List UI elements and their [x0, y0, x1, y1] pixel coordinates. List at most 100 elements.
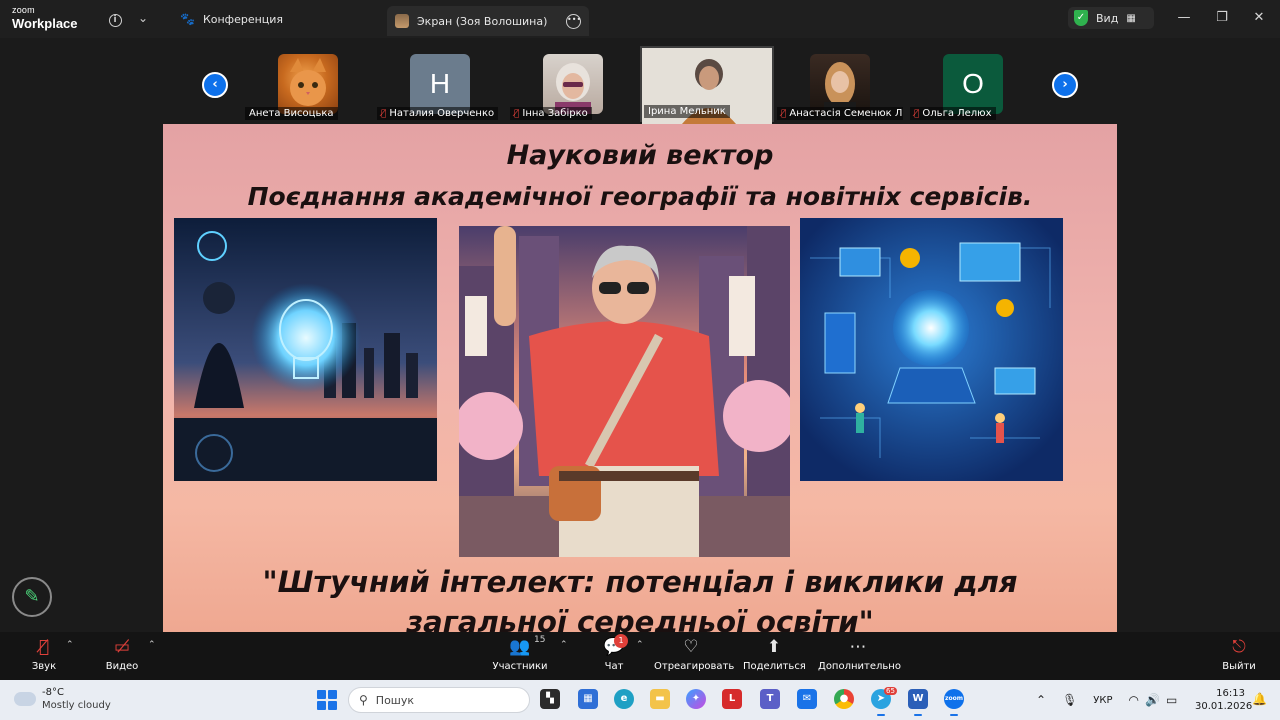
- chat-button[interactable]: 💬 1 Чат: [596, 634, 632, 672]
- chat-badge: 1: [614, 634, 628, 648]
- ai-isometric-tech-image: [800, 218, 1063, 481]
- react-button[interactable]: ♡ Отреагировать: [654, 636, 734, 672]
- shield-icon: ✓: [1074, 10, 1088, 26]
- slide-subtitle: Поєднання академічної географії та новіт…: [247, 182, 1033, 211]
- participants-options-caret[interactable]: ⌃: [560, 640, 568, 650]
- cloud-icon: [11, 687, 36, 706]
- search-icon: ⚲: [359, 693, 368, 707]
- weather-desc: Mostly cloudy: [42, 700, 111, 711]
- share-button[interactable]: ⬆ Поделиться: [743, 636, 806, 672]
- l-app-icon[interactable]: L: [722, 689, 742, 709]
- outlook-icon[interactable]: ✉: [797, 689, 817, 709]
- system-tray: ⌃ 🎙 УКР ◠ 🔊 ▭: [1036, 680, 1177, 720]
- tab-screen-share[interactable]: Экран (Зоя Волошина) •••: [387, 6, 589, 36]
- slide-title: Науковий вектор: [506, 140, 774, 171]
- mic-muted-icon: 🎙̸: [781, 108, 787, 119]
- video-options-caret[interactable]: ⌃: [148, 640, 156, 650]
- avatar: Н: [410, 54, 470, 114]
- word-icon[interactable]: W: [908, 689, 928, 716]
- ai-lightbulb-city-image: [174, 218, 437, 481]
- mic-muted-icon: 🎙̸: [381, 108, 387, 119]
- tab-conference[interactable]: 🐾 Конференция: [172, 6, 291, 32]
- participant-strip: ‹ Анета Висоцька Н 🎙̸ Наталия Оверченко 🎙…: [0, 38, 1280, 124]
- woman-in-city-illustration: [459, 226, 790, 557]
- copilot-icon[interactable]: ✦: [686, 689, 706, 709]
- prev-page-button[interactable]: ‹: [202, 72, 228, 98]
- more-icon: ⋯: [849, 637, 867, 657]
- avatar: [395, 14, 409, 28]
- participant-name: Ірина Мельник: [648, 106, 726, 117]
- tab-conference-label: Конференция: [202, 12, 284, 26]
- mic-muted-icon: 🎙̸: [514, 108, 520, 119]
- leave-button[interactable]: ⎋ Выйти: [1222, 636, 1256, 672]
- participant-name: Анастасія Семенюк Лі...: [789, 108, 903, 119]
- avatar: [543, 54, 603, 114]
- windows-taskbar: -8°C Mostly cloudy ⚲ Пошук ▚ ▦ e ▬ ✦ L T…: [0, 680, 1280, 720]
- participant-name: Наталия Оверченко: [389, 108, 495, 119]
- meeting-controls: 🎙̸ Звук ⌃ ▭̸ Видео ⌃ 👥 Участники 15 ⌃ 💬 …: [0, 632, 1280, 680]
- microsoft-store-icon[interactable]: ▦: [578, 689, 598, 709]
- volume-icon[interactable]: 🔊: [1145, 693, 1160, 707]
- grid-icon: ▦: [1126, 12, 1136, 24]
- annotate-pen-button[interactable]: ✎: [12, 577, 52, 617]
- more-icon[interactable]: •••: [566, 13, 581, 29]
- audio-options-caret[interactable]: ⌃: [66, 640, 74, 650]
- zoom-logo: zoom Workplace: [12, 5, 78, 31]
- language-indicator[interactable]: УКР: [1093, 695, 1112, 706]
- maximize-icon[interactable]: ❐: [1214, 10, 1230, 26]
- camera-off-icon: ▭̸: [113, 637, 131, 657]
- battery-icon[interactable]: ▭: [1166, 693, 1177, 707]
- zoom-icon[interactable]: zoom: [944, 689, 964, 716]
- chrome-icon[interactable]: ●: [834, 689, 854, 709]
- chevron-down-icon[interactable]: ⌄: [134, 9, 152, 27]
- avatar: [278, 54, 338, 114]
- next-page-button[interactable]: ›: [1052, 72, 1078, 98]
- weather-temp: -8°C: [42, 687, 64, 698]
- file-explorer-icon[interactable]: ▬: [650, 689, 670, 709]
- view-button[interactable]: ✓ Вид ▦: [1068, 7, 1154, 29]
- participant-tile[interactable]: Н 🎙̸ Наталия Оверченко: [375, 46, 503, 122]
- view-label: Вид: [1096, 11, 1119, 25]
- start-button[interactable]: [317, 690, 337, 710]
- chat-options-caret[interactable]: ⌃: [636, 640, 644, 650]
- participant-name: Анета Висоцька: [249, 108, 334, 119]
- participant-name: Ольга Лелюх: [922, 108, 992, 119]
- search-placeholder: Пошук: [375, 693, 415, 707]
- video-button[interactable]: ▭̸ Видео: [102, 636, 142, 672]
- exit-icon: ⎋: [1232, 637, 1246, 657]
- mic-muted-icon: 🎙̸: [38, 637, 50, 657]
- task-view-icon[interactable]: ▚: [540, 689, 560, 709]
- participant-tile-active-speaker[interactable]: Ірина Мельник: [640, 46, 774, 124]
- teams-icon[interactable]: T: [760, 689, 780, 709]
- info-icon[interactable]: i: [106, 9, 124, 27]
- avatar: О: [943, 54, 1003, 114]
- more-button[interactable]: ⋯ Дополнительно: [818, 636, 901, 672]
- audio-button[interactable]: 🎙̸ Звук: [26, 636, 62, 672]
- mic-muted-icon: 🎙̸: [914, 108, 920, 119]
- tab-screen-label: Экран (Зоя Волошина): [417, 14, 548, 28]
- microphone-icon[interactable]: 🎙: [1062, 693, 1077, 707]
- participant-tile[interactable]: 🎙̸ Анастасія Семенюк Лі...: [775, 46, 903, 122]
- title-bar: zoom Workplace i ⌄ 🐾 Конференция Экран (…: [0, 0, 1280, 38]
- search-box[interactable]: ⚲ Пошук: [348, 687, 530, 713]
- participant-tile[interactable]: Анета Висоцька: [243, 46, 371, 122]
- paw-icon: 🐾: [180, 12, 195, 26]
- chevron-up-icon[interactable]: ⌃: [1036, 693, 1046, 707]
- wifi-icon[interactable]: ◠: [1129, 693, 1139, 707]
- avatar: [810, 54, 870, 114]
- close-icon[interactable]: ✕: [1251, 10, 1267, 26]
- clock[interactable]: 16:13 30.01.2026: [1195, 687, 1252, 713]
- share-screen-icon: ⬆: [766, 637, 782, 657]
- pencil-icon: ✎: [24, 586, 40, 607]
- participant-name: Інна Забірко: [522, 108, 588, 119]
- minimize-icon[interactable]: —: [1176, 10, 1192, 26]
- participant-tile[interactable]: О 🎙̸ Ольга Лелюх: [908, 46, 1036, 122]
- heart-icon: ♡: [683, 637, 699, 657]
- telegram-badge: 65: [884, 687, 897, 695]
- weather-widget[interactable]: -8°C Mostly cloudy: [11, 686, 111, 712]
- shared-screen: Науковий вектор Поєднання академічної ге…: [163, 124, 1117, 632]
- notifications-icon[interactable]: 🔔: [1252, 692, 1267, 706]
- edge-icon[interactable]: e: [614, 689, 634, 709]
- participant-tile[interactable]: 🎙̸ Інна Забірко: [508, 46, 636, 122]
- participants-count: 15: [534, 635, 546, 645]
